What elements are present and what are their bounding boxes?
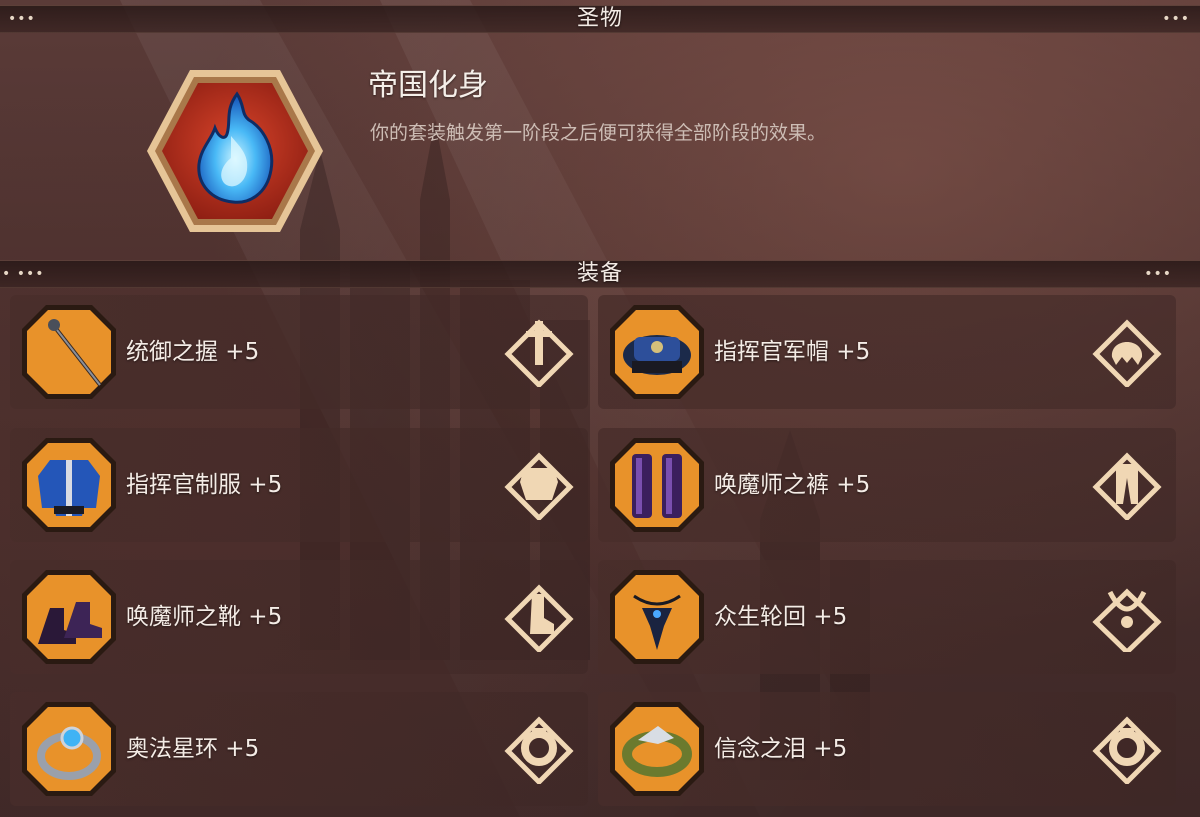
relic-description: 你的套装触发第一阶段之后便可获得全部阶段的效果。: [370, 122, 827, 144]
pants-icon: [610, 438, 704, 532]
ring-icon: [610, 702, 704, 796]
ring-icon: [22, 702, 116, 796]
item-name: 唤魔师之靴 +5: [126, 604, 283, 630]
hat-icon: [610, 305, 704, 399]
relic-section-header: ••• 圣物 •••: [0, 5, 1200, 33]
boots-icon: [22, 570, 116, 664]
equipment-item[interactable]: 唤魔师之靴 +5: [10, 560, 588, 674]
legs-slot-icon: [1092, 452, 1162, 520]
relic-name: 帝国化身: [368, 68, 488, 103]
uniform-icon: [22, 438, 116, 532]
equipment-section-header: • ••• 装备 •••: [0, 260, 1200, 288]
relic-section-title: 圣物: [576, 6, 623, 31]
staff-icon: [22, 305, 116, 399]
equipment-item[interactable]: 指挥官军帽 +5: [598, 295, 1176, 409]
equipment-item[interactable]: 奥法星环 +5: [10, 692, 588, 806]
item-name: 奥法星环 +5: [126, 736, 260, 762]
equipment-item[interactable]: 指挥官制服 +5: [10, 428, 588, 542]
item-name: 信念之泪 +5: [714, 736, 848, 762]
boots-slot-icon: [504, 584, 574, 652]
necklace-slot-icon: [1092, 588, 1162, 652]
equipment-section-title: 装备: [576, 261, 623, 286]
amulet-icon: [610, 570, 704, 664]
item-name: 众生轮回 +5: [714, 604, 848, 630]
item-name: 指挥官制服 +5: [126, 472, 283, 498]
ring-slot-icon: [1092, 716, 1162, 784]
header-ornament-right: •••: [1162, 11, 1190, 27]
ring-slot-icon: [504, 716, 574, 784]
blue-flame-icon[interactable]: [145, 66, 325, 236]
item-name: 指挥官军帽 +5: [714, 339, 871, 365]
equipment-item[interactable]: 信念之泪 +5: [598, 692, 1176, 806]
header-ornament-right: •••: [1144, 266, 1172, 282]
weapon-slot-icon: [504, 319, 574, 387]
equipment-item[interactable]: 众生轮回 +5: [598, 560, 1176, 674]
equipment-item[interactable]: 唤魔师之裤 +5: [598, 428, 1176, 542]
chest-slot-icon: [504, 452, 574, 520]
item-name: 唤魔师之裤 +5: [714, 472, 871, 498]
equipment-item[interactable]: 统御之握 +5: [10, 295, 588, 409]
item-name: 统御之握 +5: [126, 339, 260, 365]
helmet-slot-icon: [1092, 319, 1162, 387]
